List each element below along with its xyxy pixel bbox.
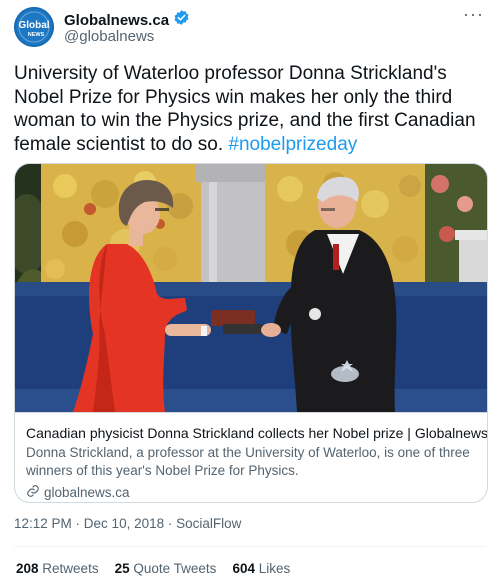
avatar[interactable]: Global NEWS	[14, 7, 54, 47]
card-domain[interactable]: globalnews.ca	[44, 485, 130, 500]
retweets-label: Retweets	[42, 561, 99, 576]
hashtag-link[interactable]: #nobelprizeday	[228, 134, 357, 155]
likes-stat[interactable]: 604 Likes	[232, 561, 290, 576]
card-body: Canadian physicist Donna Strickland coll…	[15, 412, 487, 502]
card-image	[15, 164, 487, 412]
link-card[interactable]: Canadian physicist Donna Strickland coll…	[14, 163, 488, 503]
tweet-time[interactable]: 12:12 PM	[14, 516, 72, 531]
avatar-text-global: Global	[18, 20, 49, 31]
user-handle[interactable]: @globalnews	[64, 28, 154, 45]
tweet-text: University of Waterloo professor Donna S…	[14, 62, 490, 156]
display-name[interactable]: Globalnews.ca	[64, 12, 169, 29]
card-description: Donna Strickland, a professor at the Uni…	[26, 445, 470, 478]
quote-tweets-stat[interactable]: 25 Quote Tweets	[115, 561, 217, 576]
divider	[14, 546, 486, 547]
tweet-source[interactable]: SocialFlow	[176, 516, 241, 531]
card-domain-row: globalnews.ca	[26, 484, 130, 501]
retweets-stat[interactable]: 208 Retweets	[16, 561, 99, 576]
likes-count: 604	[232, 561, 255, 576]
more-options-icon[interactable]: ···	[463, 4, 484, 25]
likes-label: Likes	[258, 561, 291, 576]
card-title[interactable]: Canadian physicist Donna Strickland coll…	[26, 425, 487, 441]
engagement-stats: 208 Retweets 25 Quote Tweets 604 Likes	[16, 561, 290, 576]
global-news-logo: Global NEWS	[18, 11, 50, 43]
quotes-count: 25	[114, 561, 130, 576]
verified-badge-icon	[173, 9, 190, 31]
tweet-date[interactable]: Dec 10, 2018	[84, 516, 164, 531]
tweet-meta: 12:12 PM · Dec 10, 2018 · SocialFlow	[14, 516, 241, 531]
retweets-count: 208	[16, 561, 39, 576]
avatar-text-news: NEWS	[28, 32, 45, 38]
meta-separator-2: ·	[164, 516, 177, 531]
link-icon	[26, 484, 40, 501]
meta-separator: ·	[71, 516, 84, 531]
quotes-label: Quote Tweets	[133, 561, 217, 576]
